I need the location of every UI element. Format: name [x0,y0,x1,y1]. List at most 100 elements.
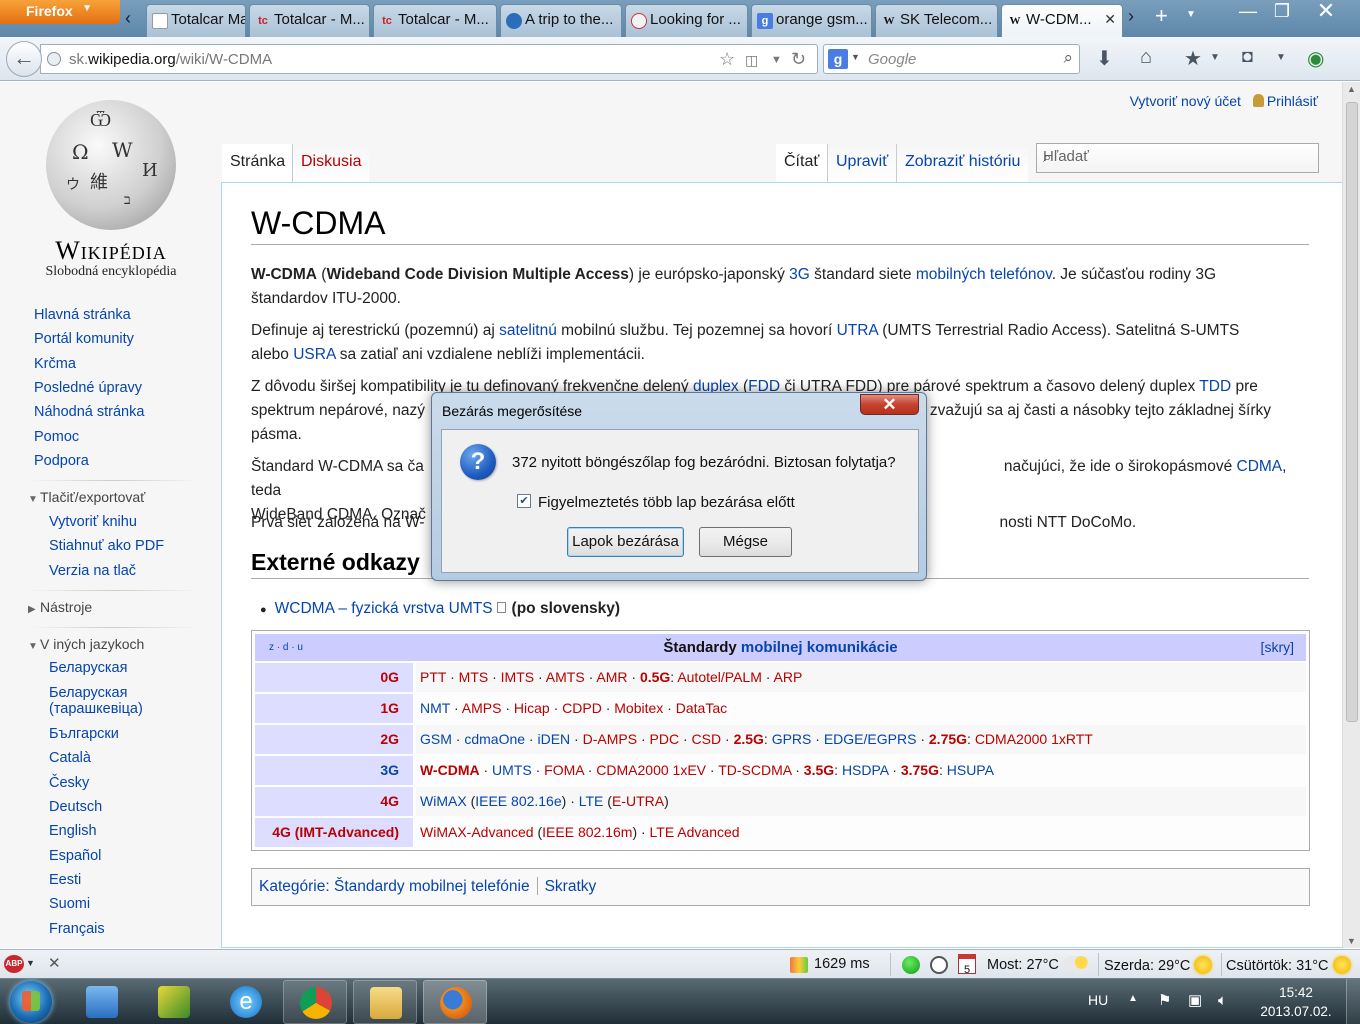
navbox-list[interactable]: NMT · AMPS · Hicap · CDPD · Mobitex · Da… [416,694,1306,723]
sidebar-heading-print[interactable]: ▼ Tlačiť/exportovať [28,489,145,505]
link-cdma[interactable]: CDMA [1237,458,1283,475]
tab-totalcar-1[interactable]: Totalcar Ma... [146,4,246,37]
tray-expand-icon[interactable]: ▲ [1128,993,1138,1004]
addon-globe-icon[interactable]: ◉ [1307,46,1324,71]
tab-trip[interactable]: A trip to the... [500,4,622,37]
warn-checkbox[interactable]: ✔ [517,494,531,508]
login-link[interactable]: Prihlásiť [1252,93,1318,109]
navbox-group-label[interactable]: 2G [255,725,413,754]
search-icon[interactable]: ⌕ [1063,48,1073,68]
tab-scroll-left-icon[interactable]: ‹ [125,6,141,32]
status-green-icon[interactable] [902,956,920,974]
sidebar-item-lang-be[interactable]: Беларуская [49,660,127,676]
link-3g[interactable]: 3G [789,266,810,283]
home-icon[interactable]: ⌂ [1140,46,1152,69]
sidebar-item-lang-fi[interactable]: Suomi [49,896,90,912]
tab-history[interactable]: Zobraziť históriu [896,144,1029,182]
link-utra[interactable]: UTRA [837,322,878,339]
sidebar-item-lang-en[interactable]: English [49,823,97,839]
create-account-link[interactable]: Vytvoriť nový účet [1130,93,1241,109]
window-close-icon[interactable]: ✕ [1306,0,1346,24]
start-button[interactable] [10,981,52,1023]
taskbar-chrome[interactable] [283,980,347,1024]
reload-icon[interactable]: ↻ [791,49,806,70]
language-indicator[interactable]: HU [1088,992,1108,1008]
sidebar-item-lang-ca[interactable]: Català [49,750,91,766]
google-icon[interactable]: g [828,49,848,69]
sidebar-item-lang-et[interactable]: Eesti [49,872,81,888]
sidebar-item-lang-de[interactable]: Deutsch [49,799,102,815]
close-tabs-button[interactable]: Lapok bezárása [567,527,684,557]
chevron-down-icon[interactable]: ▼ [1276,52,1286,63]
navbox-group-label[interactable]: 1G [255,694,413,723]
wiki-search-input[interactable]: Hľadať ⌕ [1036,143,1319,173]
navbox-view-discuss-edit[interactable]: z · d · u [269,634,303,661]
taskbar-firefox[interactable] [423,980,487,1024]
navbox-group-label[interactable]: 4G (IMT-Advanced) [255,818,413,847]
link-usra[interactable]: USRA [293,346,335,363]
navbox-list[interactable]: WiMAX-Advanced (IEEE 802.16m) · LTE Adva… [416,818,1306,847]
weather-wednesday[interactable]: Szerda: 29°C [1104,956,1213,974]
navbox-list[interactable]: PTT · MTS · IMTS · AMTS · AMR · 0.5G: Au… [416,663,1306,692]
sidebar-item-recent-changes[interactable]: Posledné úpravy [34,380,142,396]
tab-scroll-right-icon[interactable]: › [1128,6,1134,27]
tab-close-icon[interactable]: ✕ [1104,11,1116,28]
weather-now[interactable]: Most: 27°C [987,956,1089,973]
taskbar-media-player[interactable] [70,980,134,1024]
sidebar-heading-languages[interactable]: ▼ V iných jazykoch [28,636,144,652]
cancel-button[interactable]: Mégse [699,527,792,557]
downloads-icon[interactable]: ⬇ [1096,46,1113,71]
tab-totalcar-3[interactable]: tc Totalcar - M... [373,4,497,37]
navbox-group-label[interactable]: 0G [255,663,413,692]
sidebar-item-download-pdf[interactable]: Stiahnuť ako PDF [49,538,164,554]
tab-w-cdma[interactable]: W W-CDM... ✕ [1001,4,1123,37]
warn-checkbox-label[interactable]: Figyelmeztetés több lap bezárása előtt [538,494,795,511]
chevron-down-icon[interactable]: ▼ [26,958,35,968]
volume-icon[interactable]: 🔈︎ [1218,993,1236,1009]
sidebar-item-lang-bg[interactable]: Български [49,726,119,742]
link-tdd[interactable]: TDD [1199,378,1231,395]
navbox-list[interactable]: W-CDMA · UMTS · FOMA · CDMA2000 1xEV · T… [416,756,1306,785]
scroll-down-icon[interactable]: ▼ [1347,936,1356,946]
tab-talk[interactable]: Diskusia [292,144,370,182]
bookmarks-menu-icon[interactable]: ★ [1184,46,1202,71]
firefox-menu-button[interactable]: Firefox ▼ [0,0,120,24]
tab-orange-gsm[interactable]: g orange gsm... [751,4,872,37]
adblock-plus-icon[interactable]: ABP [4,955,24,973]
tab-sk-telecom[interactable]: W SK Telecom... [875,4,998,37]
calendar-icon[interactable]: 5 [958,954,976,976]
navbox-list[interactable]: WiMAX (IEEE 802.16e) · LTE (E-UTRA) [416,787,1306,816]
tab-page[interactable]: Stránka [222,144,294,182]
external-link[interactable]: WCDMA – fyzická vrstva UMTS [275,600,493,617]
pocket-icon[interactable]: ◫ [745,52,758,69]
sidebar-item-lang-be-tarask[interactable]: Беларуская (тарашкевіца) [49,685,143,717]
sidebar-heading-tools[interactable]: ▶ Nástroje [28,599,92,615]
category-link[interactable]: Štandardy mobilnej telefónie [334,878,530,895]
network-icon[interactable]: ▣ [1188,993,1206,1009]
dialog-close-button[interactable]: ✕ [860,394,919,415]
chevron-down-icon[interactable]: ▼ [851,52,860,62]
tab-read[interactable]: Čítať [776,144,828,182]
scroll-up-icon[interactable]: ▲ [1347,84,1356,94]
window-maximize-icon[interactable]: ❐ [1262,0,1302,24]
sidebar-item-community-portal[interactable]: Portál komunity [34,331,134,347]
sidebar-item-random-page[interactable]: Náhodná stránka [34,404,144,420]
sidebar-item-lang-fr[interactable]: Français [49,921,105,937]
sidebar-item-help[interactable]: Pomoc [34,429,79,445]
history-dropdown-icon[interactable]: ▼ [771,54,782,66]
tab-edit[interactable]: Upraviť [827,144,897,182]
tab-totalcar-2[interactable]: tc Totalcar - M... [249,4,370,37]
scrollbar-thumb[interactable] [1346,102,1358,722]
navbox-list[interactable]: GSM · cdmaOne · iDEN · D-AMPS · PDC · CS… [416,725,1306,754]
sidebar-item-lang-cs[interactable]: Česky [49,775,89,791]
taskbar-internet-explorer[interactable]: e [214,980,278,1024]
navbox-hide-toggle[interactable]: [skry] [1261,634,1294,661]
link-mobile-phones[interactable]: mobilných telefónov [916,266,1052,283]
chevron-down-icon[interactable]: ▼ [1210,52,1220,63]
link-satellite[interactable]: satelitnú [499,322,557,339]
sidebar-item-printable[interactable]: Verzia na tlač [49,563,136,579]
vertical-scrollbar[interactable]: ▲ ▼ [1342,82,1360,948]
navbox-group-label[interactable]: 3G [255,756,413,785]
sidebar-item-create-book[interactable]: Vytvoriť knihu [49,514,137,530]
wikipedia-logo[interactable]: Ѿ Ω W И 維 ב ウ Wikipédia Slobodná encyklo… [36,100,186,280]
